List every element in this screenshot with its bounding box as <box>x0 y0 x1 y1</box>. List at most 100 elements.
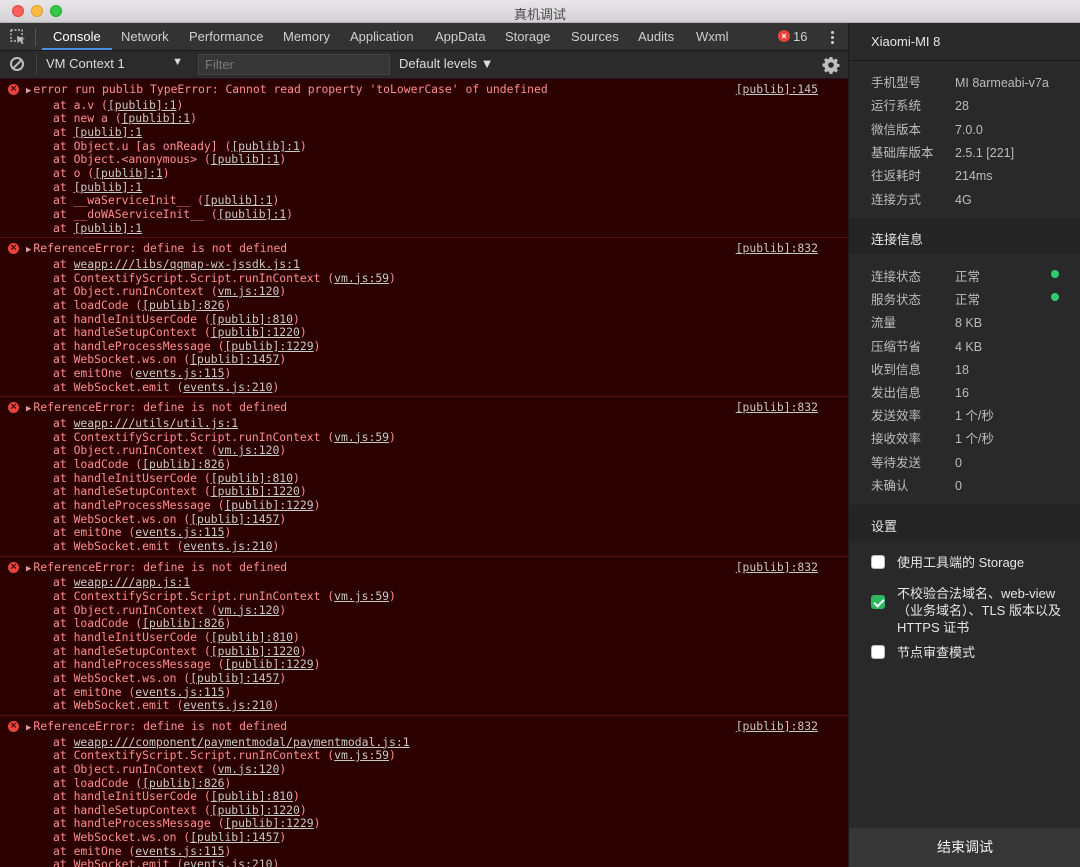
console-error-message[interactable]: × ▶ ReferenceError: define is not defined[… <box>0 238 848 398</box>
stack-frame-link[interactable]: [publib]:1 <box>74 125 143 139</box>
tab-audits[interactable]: Audits <box>638 23 674 50</box>
stack-frame-link[interactable]: events.js:210 <box>183 539 272 553</box>
error-count-icon[interactable]: × <box>778 30 790 42</box>
stack-frame: at WebSocket.ws.on ([publib]:1457) <box>0 671 848 686</box>
stack-frame-link[interactable]: [publib]:810 <box>211 312 293 326</box>
stack-frame-link[interactable]: vm.js:59 <box>334 430 389 444</box>
stack-frame-link[interactable]: vm.js:59 <box>334 271 389 285</box>
stack-frame-link[interactable]: [publib]:1457 <box>190 830 279 844</box>
expand-triangle-icon[interactable]: ▶ <box>26 723 31 733</box>
error-source-link[interactable]: [publib]:832 <box>736 719 818 734</box>
expand-triangle-icon[interactable]: ▶ <box>26 86 31 96</box>
stack-frame-link[interactable]: vm.js:59 <box>334 748 389 762</box>
stack-frame-link[interactable]: [publib]:810 <box>211 471 293 485</box>
error-message-head[interactable]: ▶ error run publib TypeError: Cannot read… <box>0 82 848 99</box>
tab-appdata[interactable]: AppData <box>435 23 486 50</box>
console-error-message[interactable]: × ▶ ReferenceError: define is not defined[… <box>0 715 848 867</box>
expand-triangle-icon[interactable]: ▶ <box>26 404 31 414</box>
clear-console-icon[interactable] <box>10 57 24 71</box>
console-error-message[interactable]: × ▶ ReferenceError: define is not defined[… <box>0 556 848 716</box>
stack-frame-link[interactable]: vm.js:59 <box>334 589 389 603</box>
stack-frame-link[interactable]: vm.js:120 <box>218 762 280 776</box>
end-debug-button[interactable]: 结束调试 <box>849 828 1080 867</box>
console-error-message[interactable]: × ▶ error run publib TypeError: Cannot rea… <box>0 79 848 239</box>
stack-frame-link[interactable]: [publib]:1 <box>231 139 300 153</box>
stack-frame-link[interactable]: events.js:210 <box>183 698 272 712</box>
stack-frame-link[interactable]: vm.js:120 <box>218 443 280 458</box>
stack-frame-link[interactable]: [publib]:1220 <box>211 644 300 658</box>
stack-frame-link[interactable]: [publib]:1 <box>74 180 143 194</box>
stack-frame-link[interactable]: [publib]:1 <box>108 98 177 112</box>
stack-frame-link[interactable]: [publib]:1 <box>218 207 287 221</box>
stack-frame-link[interactable]: vm.js:120 <box>218 603 280 617</box>
stack-frame-link[interactable]: events.js:210 <box>183 380 272 394</box>
stack-frame-link[interactable]: events.js:115 <box>135 525 224 540</box>
setting-option[interactable]: 不校验合法域名、web-view（业务域名）、TLS 版本以及 HTTPS 证书 <box>871 585 1071 636</box>
tab-console[interactable]: Console <box>42 23 112 50</box>
error-message-head[interactable]: ▶ ReferenceError: define is not defined <box>0 401 848 417</box>
stack-frame: at ContextifyScript.Script.runInContext … <box>0 589 848 604</box>
stack-frame-link[interactable]: [publib]:1 <box>74 221 143 235</box>
setting-option[interactable]: 使用工具端的 Storage <box>871 554 1071 571</box>
stack-frame-link[interactable]: [publib]:1229 <box>224 498 313 512</box>
gear-icon[interactable] <box>822 56 840 74</box>
expand-triangle-icon[interactable]: ▶ <box>26 245 31 255</box>
setting-option[interactable]: 节点审查模式 <box>871 644 1071 661</box>
error-message-head[interactable]: ▶ ReferenceError: define is not defined <box>0 241 848 258</box>
stack-frame-link[interactable]: [publib]:826 <box>142 298 224 312</box>
context-select[interactable]: VM Context 1 ▼ <box>36 54 189 75</box>
stack-frame-link[interactable]: [publib]:1457 <box>190 671 279 685</box>
checkbox-checked-icon[interactable] <box>871 595 885 609</box>
error-count[interactable]: 16 <box>793 23 807 50</box>
expand-triangle-icon[interactable]: ▶ <box>26 564 31 574</box>
stack-frame-link[interactable]: [publib]:1 <box>122 111 191 125</box>
stack-frame-link[interactable]: weapp:///utils/util.js:1 <box>74 416 239 430</box>
tab-storage[interactable]: Storage <box>505 23 551 50</box>
tab-sources[interactable]: Sources <box>571 23 619 50</box>
stack-frame-link[interactable]: weapp:///libs/qqmap-wx-jssdk.js:1 <box>74 257 300 271</box>
filter-input[interactable] <box>198 54 390 75</box>
stack-frame-link[interactable]: events.js:115 <box>135 844 224 858</box>
console-output[interactable]: × ▶ error run publib TypeError: Cannot rea… <box>0 79 848 867</box>
error-source-link[interactable]: [publib]:832 <box>736 560 818 575</box>
tab-network[interactable]: Network <box>121 23 169 50</box>
stack-frame-link[interactable]: [publib]:1 <box>211 152 280 166</box>
error-source-link[interactable]: [publib]:832 <box>736 401 818 415</box>
stack-frame-link[interactable]: [publib]:1457 <box>190 512 279 526</box>
stack-frame-link[interactable]: [publib]:1220 <box>211 325 300 339</box>
tab-memory[interactable]: Memory <box>283 23 330 50</box>
stack-frame-link[interactable]: events.js:115 <box>135 685 224 699</box>
error-message-head[interactable]: ▶ ReferenceError: define is not defined <box>0 719 848 736</box>
console-error-message[interactable]: × ▶ ReferenceError: define is not defined[… <box>0 397 848 557</box>
stack-frame-link[interactable]: vm.js:120 <box>218 284 280 298</box>
inspect-element-icon[interactable] <box>10 29 26 45</box>
stack-frame-link[interactable]: [publib]:810 <box>211 789 293 803</box>
stack-frame-link[interactable]: [publib]:826 <box>142 457 224 471</box>
tab-application[interactable]: Application <box>350 23 414 50</box>
checkbox-unchecked-icon[interactable] <box>871 555 885 569</box>
error-source-link[interactable]: [publib]:145 <box>736 82 818 97</box>
checkbox-unchecked-icon[interactable] <box>871 645 885 659</box>
error-source-link[interactable]: [publib]:832 <box>736 242 818 256</box>
stack-frame-link[interactable]: [publib]:810 <box>211 630 293 644</box>
more-options-icon[interactable] <box>826 30 838 46</box>
error-message-head[interactable]: ▶ ReferenceError: define is not defined <box>0 560 848 577</box>
log-levels-dropdown[interactable]: Default levels ▼ <box>399 56 494 71</box>
stack-frame-link[interactable]: [publib]:1 <box>204 193 273 207</box>
stack-frame-link[interactable]: [publib]:1220 <box>211 803 300 817</box>
stack-frame: at loadCode ([publib]:826) <box>0 616 848 631</box>
stack-frame-link[interactable]: weapp:///app.js:1 <box>74 575 191 589</box>
stack-frame-link[interactable]: [publib]:1229 <box>224 657 313 671</box>
stack-frame-link[interactable]: weapp:///component/paymentmodal/paymentm… <box>74 735 410 749</box>
stack-frame-link[interactable]: events.js:210 <box>183 857 272 867</box>
tab-wxml[interactable]: Wxml <box>696 23 729 50</box>
stack-frame-link[interactable]: [publib]:1229 <box>224 816 313 831</box>
stack-frame-link[interactable]: [publib]:826 <box>142 616 224 630</box>
stack-frame-link[interactable]: [publib]:826 <box>142 776 224 790</box>
stack-frame-link[interactable]: [publib]:1229 <box>224 339 313 353</box>
stack-frame-link[interactable]: events.js:115 <box>135 366 224 380</box>
stack-frame-link[interactable]: [publib]:1220 <box>211 484 300 499</box>
stack-frame-link[interactable]: [publib]:1 <box>94 166 163 180</box>
tab-performance[interactable]: Performance <box>189 23 263 50</box>
stack-frame-link[interactable]: [publib]:1457 <box>190 352 279 367</box>
